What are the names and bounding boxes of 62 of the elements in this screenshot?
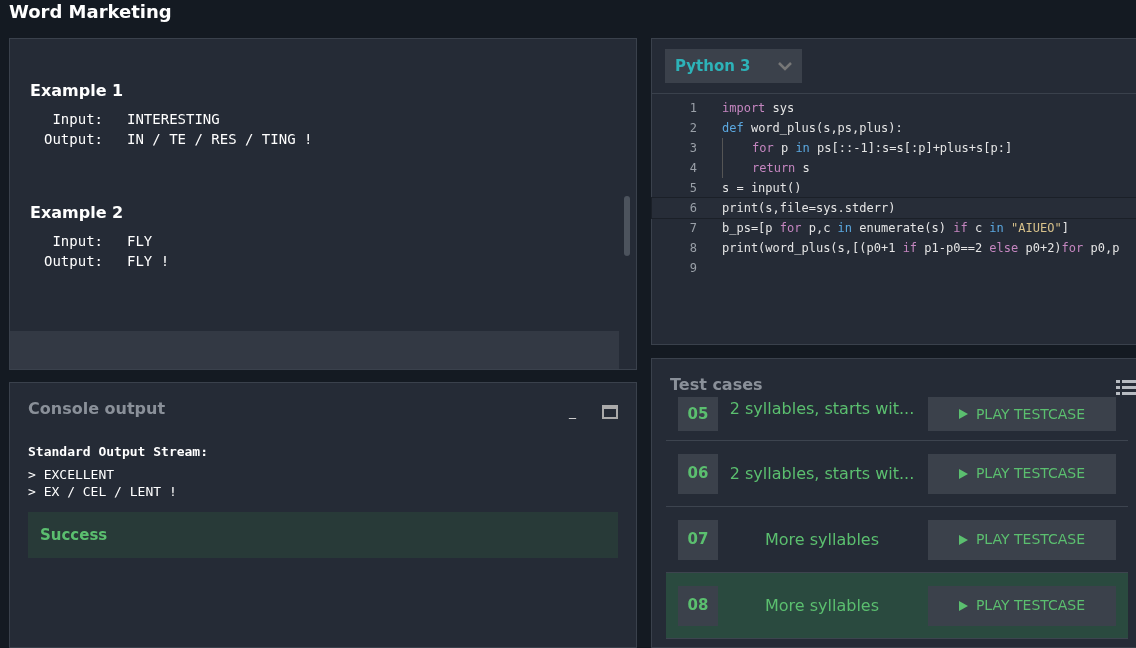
play-testcase-button[interactable]: PLAY TESTCASE [928, 453, 1116, 494]
line-number: 2 [688, 120, 697, 137]
example-heading: Example 2 [30, 202, 125, 224]
panel-title: Console output [28, 398, 166, 420]
testcase-number: 05 [678, 397, 718, 431]
line-number: 3 [688, 140, 697, 157]
play-testcase-button[interactable]: PLAY TESTCASE [928, 519, 1116, 560]
io-label: Output: [43, 252, 104, 271]
io-label: Output: [43, 130, 104, 149]
example-heading: Example 1 [30, 80, 125, 102]
testcase-row[interactable]: 08 More syllables PLAY TESTCASE [666, 573, 1128, 639]
language-dropdown[interactable]: Python 3 [665, 49, 802, 83]
horizontal-scrollbar[interactable] [10, 331, 619, 369]
code-line: def word_plus(s,ps,plus): [722, 120, 903, 137]
io-value: IN / TE / RES / TING ! [127, 130, 313, 149]
success-message: Success [28, 511, 618, 558]
code-line: print(s,file=sys.stderr) [722, 200, 896, 217]
play-testcase-button[interactable]: PLAY TESTCASE [928, 585, 1116, 626]
code-line: for p in ps[::-1]:s=s[:p]+plus+s[p:] [722, 138, 1013, 158]
line-number: 7 [688, 220, 697, 237]
stream-heading: Standard Output Stream: [28, 443, 209, 461]
line-number: 6 [688, 200, 697, 217]
testcase-number: 06 [678, 453, 718, 494]
minimize-button[interactable]: _ [569, 401, 576, 422]
code-line: s = input() [722, 180, 802, 197]
play-icon [958, 600, 968, 611]
play-icon [958, 409, 968, 419]
play-testcase-button[interactable]: PLAY TESTCASE [928, 397, 1116, 431]
io-label: Input: [51, 110, 104, 129]
testcase-label: 2 syllables, starts wit... [728, 462, 916, 485]
io-value: INTERESTING [127, 110, 220, 129]
io-value: FLY [127, 232, 153, 251]
line-number: 5 [688, 180, 697, 197]
testcase-number: 08 [678, 585, 718, 626]
line-number: 8 [688, 240, 697, 257]
code-line: b_ps=[p for p,c in enumerate(s) if c in "AIUEO"] [722, 220, 1069, 237]
play-icon [958, 534, 968, 545]
output-line: > EX / CEL / LENT ! [28, 482, 178, 500]
code-line: import sys [722, 100, 795, 117]
chevron-down-icon [778, 61, 792, 71]
maximize-icon[interactable] [602, 405, 618, 419]
output-line: > EXCELLENT [28, 465, 116, 483]
window-title: Word Marketing [8, 0, 173, 24]
list-icon[interactable] [1116, 379, 1136, 396]
testcase-number: 07 [678, 519, 718, 560]
play-icon [958, 468, 968, 479]
testcase-row[interactable]: 07 More syllables PLAY TESTCASE [666, 507, 1128, 573]
line-number: 4 [688, 160, 697, 177]
code-line: print(word_plus(s,[(p0+1 if p1-p0==2 else p0+2)for p0,p [722, 240, 1120, 257]
testcase-label: More syllables [764, 594, 880, 617]
code-line: return s [722, 158, 810, 178]
testcase-label: 2 syllables, starts wit... [728, 398, 916, 420]
io-value: FLY ! [127, 252, 170, 271]
io-label: Input: [51, 232, 104, 251]
code-editor[interactable] [651, 38, 1136, 345]
line-number: 9 [688, 260, 697, 277]
panel-title: Test cases [670, 374, 763, 396]
scrollbar-thumb[interactable] [624, 196, 630, 256]
testcase-row[interactable]: 06 2 syllables, starts wit... PLAY TESTCASE [666, 441, 1128, 507]
testcase-label: More syllables [764, 528, 880, 551]
line-number: 1 [688, 100, 697, 117]
testcase-row[interactable]: 05 2 syllables, starts wit... PLAY TESTCASE [666, 397, 1128, 441]
